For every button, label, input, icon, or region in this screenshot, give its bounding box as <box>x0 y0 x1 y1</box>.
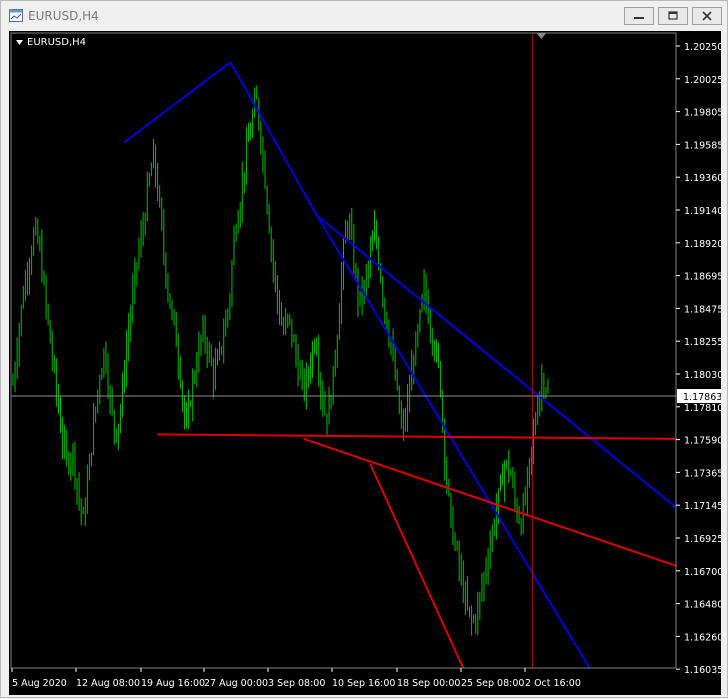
chart-canvas[interactable]: 1.20250 1.20025 1.19805 1.19585 1.19360 1.191… <box>9 31 723 695</box>
price-tick-label: 1.19585 <box>684 140 721 151</box>
time-tick-label: 12 Aug 08:00 <box>76 678 140 689</box>
price-tick-label: 1.18920 <box>684 239 721 250</box>
time-tick-label: 27 Aug 00:00 <box>204 678 268 689</box>
price-tick-label: 1.17590 <box>684 436 721 447</box>
time-tick-label: 25 Sep 08:00 <box>461 678 524 689</box>
restore-icon <box>668 11 678 20</box>
time-tick-label: 19 Aug 16:00 <box>141 678 205 689</box>
minimize-button[interactable] <box>624 7 654 25</box>
price-tick-label: 1.16480 <box>684 600 721 611</box>
time-axis: 5 Aug 2020 12 Aug 08:00 19 Aug 16:0027 Aug… <box>11 668 581 689</box>
close-button[interactable] <box>692 7 722 25</box>
chart-window: EURUSD,H4 1.20250 1.20025 1.19805 1.19585 1.… <box>0 0 728 698</box>
time-tick-label: 18 Sep 00:00 <box>397 678 460 689</box>
candle-series <box>12 85 549 636</box>
time-tick-label: 10 Sep 16:00 <box>332 678 395 689</box>
price-chart[interactable]: 1.20250 1.20025 1.19805 1.19585 1.19360 1.191… <box>9 31 723 695</box>
blue-trendline[interactable] <box>316 214 591 669</box>
blue-trendline[interactable] <box>229 61 318 216</box>
restore-button[interactable] <box>658 7 688 25</box>
time-tick-label: 2 Oct 16:00 <box>525 678 581 689</box>
red-trendline[interactable] <box>157 433 677 440</box>
price-tick-label: 1.17810 <box>684 403 721 414</box>
symbol-label: EURUSD,H4 <box>27 37 86 48</box>
price-tick-label: 1.17145 <box>684 501 721 512</box>
close-icon <box>702 11 712 21</box>
price-tick-label: 1.18695 <box>684 272 721 283</box>
window-title: EURUSD,H4 <box>28 9 99 23</box>
price-tick-label: 1.19805 <box>684 108 721 119</box>
price-axis: 1.20250 1.20025 1.19805 1.19585 1.19360 1.191… <box>10 32 723 676</box>
shift-marker-icon[interactable] <box>536 33 547 39</box>
price-tick-label: 1.16700 <box>684 567 721 578</box>
price-tick-label: 1.19140 <box>684 206 721 217</box>
price-tick-label: 1.16925 <box>684 534 721 545</box>
price-tick-label: 1.18475 <box>684 304 721 315</box>
chart-app-icon <box>9 9 23 22</box>
time-tick-label: 3 Sep 08:00 <box>268 678 325 689</box>
price-tick-label: 1.17365 <box>684 468 721 479</box>
plot-frame <box>10 32 677 669</box>
minimize-icon <box>634 17 644 19</box>
price-tick-label: 1.20025 <box>684 75 721 86</box>
price-tick-label: 1.16260 <box>684 632 721 643</box>
time-tick-label: 5 Aug 2020 <box>12 678 67 689</box>
price-tick-label: 1.18255 <box>684 337 721 348</box>
price-tick-label: 1.19360 <box>684 173 721 184</box>
price-tick-label: 1.18030 <box>684 370 721 381</box>
crosshair <box>11 33 676 668</box>
dropdown-triangle-icon[interactable] <box>16 40 23 45</box>
title-bar[interactable]: EURUSD,H4 <box>1 1 727 31</box>
price-tick-label: 1.20250 <box>684 42 721 53</box>
price-tick-label: 1.16035 <box>684 665 721 676</box>
symbol-indicator[interactable]: EURUSD,H4 <box>16 37 86 48</box>
blue-trendline[interactable] <box>123 61 232 144</box>
current-price-label: 1.17863 <box>683 392 721 403</box>
